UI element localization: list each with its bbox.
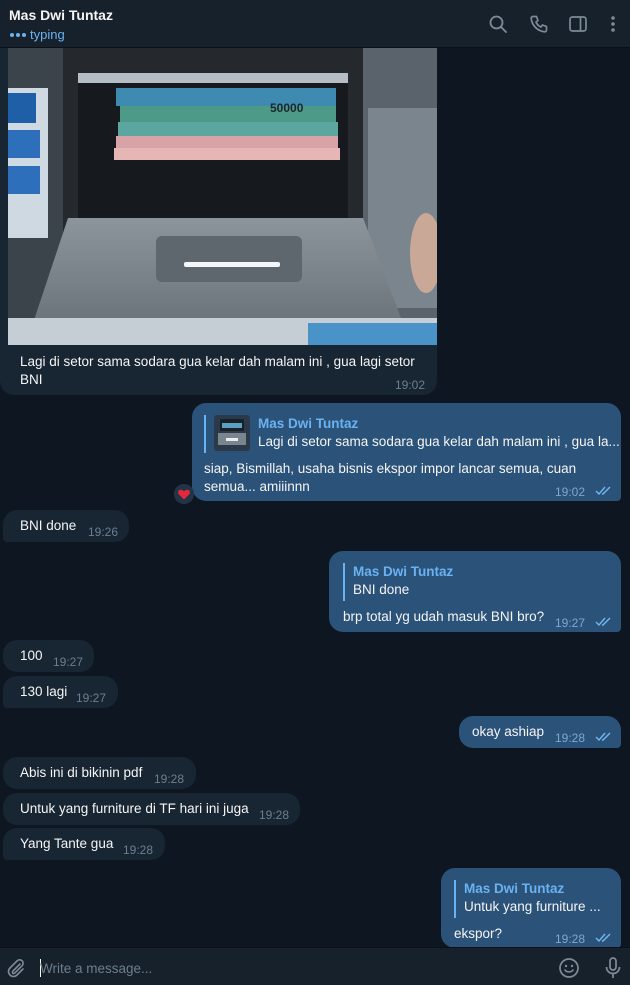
message-time: 19:28 xyxy=(154,772,185,786)
incoming-message[interactable]: Yang Tante gua 19:28 xyxy=(3,828,165,860)
reply-preview[interactable]: Mas Dwi Tuntaz Lagi di setor sama sodara… xyxy=(204,415,620,453)
outgoing-reply-message[interactable]: Mas Dwi Tuntaz BNI done brp total yg uda… xyxy=(329,551,621,632)
message-time: 19:02 xyxy=(395,378,426,392)
message-time: 19:27 xyxy=(555,616,586,630)
sidebar-toggle-icon[interactable] xyxy=(568,14,588,34)
reply-preview[interactable]: Mas Dwi Tuntaz BNI done xyxy=(343,563,603,601)
reply-sender-name: Mas Dwi Tuntaz xyxy=(464,881,565,896)
reply-sender-name: Mas Dwi Tuntaz xyxy=(353,564,454,579)
typing-status: typing xyxy=(10,27,65,42)
reply-text: BNI done xyxy=(353,582,410,597)
message-time: 19:28 xyxy=(123,843,154,857)
message-time: 19:28 xyxy=(555,731,586,745)
message-list[interactable]: 50000 Lagi di setor sama sodara gua kela… xyxy=(0,48,630,947)
message-time: 19:26 xyxy=(88,525,119,539)
message-text: siap, Bismillah, usaha bisnis ekspor imp… xyxy=(204,461,577,476)
microphone-icon[interactable] xyxy=(603,956,623,980)
reply-sender-name: Mas Dwi Tuntaz xyxy=(258,416,359,431)
double-check-icon xyxy=(595,732,613,742)
typing-dots-icon xyxy=(10,32,26,37)
contact-name[interactable]: Mas Dwi Tuntaz xyxy=(9,7,113,23)
heart-reaction[interactable] xyxy=(174,484,194,504)
chat-header: Mas Dwi Tuntaz typing xyxy=(0,0,630,48)
outgoing-message[interactable]: okay ashiap 19:28 xyxy=(459,716,621,748)
incoming-message[interactable]: Untuk yang furniture di TF hari ini juga… xyxy=(3,793,300,825)
message-text: 130 lagi xyxy=(20,684,68,699)
message-text: Untuk yang furniture di TF hari ini juga xyxy=(20,801,249,816)
outgoing-reply-message[interactable]: Mas Dwi Tuntaz Lagi di setor sama sodara… xyxy=(192,403,621,501)
outgoing-reply-message[interactable]: Mas Dwi Tuntaz Untuk yang furniture ... … xyxy=(441,868,621,947)
reply-text: Lagi di setor sama sodara gua kelar dah … xyxy=(258,434,620,449)
message-text: Yang Tante gua xyxy=(20,836,114,851)
message-input[interactable] xyxy=(40,957,520,979)
message-time: 19:27 xyxy=(53,655,84,669)
heart-icon xyxy=(178,489,190,499)
message-text: okay ashiap xyxy=(472,724,545,739)
incoming-message[interactable]: 130 lagi 19:27 xyxy=(3,676,118,708)
incoming-message[interactable]: 100 19:27 xyxy=(3,640,94,672)
message-time: 19:28 xyxy=(555,932,586,946)
double-check-icon xyxy=(595,617,613,627)
double-check-icon xyxy=(595,933,613,943)
atm-photo[interactable]: 50000 xyxy=(8,48,437,345)
photo-message[interactable]: 50000 Lagi di setor sama sodara gua kela… xyxy=(0,48,437,395)
incoming-message[interactable]: Abis ini di bikinin pdf 19:28 xyxy=(3,757,196,789)
search-icon[interactable] xyxy=(488,14,508,34)
reply-preview[interactable]: Mas Dwi Tuntaz Untuk yang furniture ... xyxy=(454,880,609,918)
message-text: ekspor? xyxy=(454,926,503,941)
incoming-message[interactable]: BNI done 19:26 xyxy=(3,510,129,542)
svg-text:50000: 50000 xyxy=(270,101,304,115)
message-time: 19:27 xyxy=(76,691,107,705)
message-text-line2: BNI xyxy=(20,372,43,387)
typing-status-text: typing xyxy=(30,27,65,42)
message-text: Abis ini di bikinin pdf xyxy=(20,765,143,780)
message-text: BNI done xyxy=(20,518,77,533)
message-composer xyxy=(0,947,630,985)
reply-thumbnail xyxy=(214,415,250,451)
message-text: brp total yg udah masuk BNI bro? xyxy=(343,609,545,624)
message-text: Lagi di setor sama sodara gua kelar dah … xyxy=(20,354,415,369)
reply-text: Untuk yang furniture ... xyxy=(464,899,601,914)
phone-icon[interactable] xyxy=(529,14,549,34)
message-text: 100 xyxy=(20,648,43,663)
double-check-icon xyxy=(595,486,613,496)
more-vert-icon[interactable] xyxy=(603,14,623,34)
message-time: 19:28 xyxy=(259,808,290,822)
emoji-icon[interactable] xyxy=(558,957,580,979)
message-text-line2: semua... amiiinnn xyxy=(204,479,310,494)
attach-icon[interactable] xyxy=(6,958,26,978)
message-time: 19:02 xyxy=(555,485,586,499)
